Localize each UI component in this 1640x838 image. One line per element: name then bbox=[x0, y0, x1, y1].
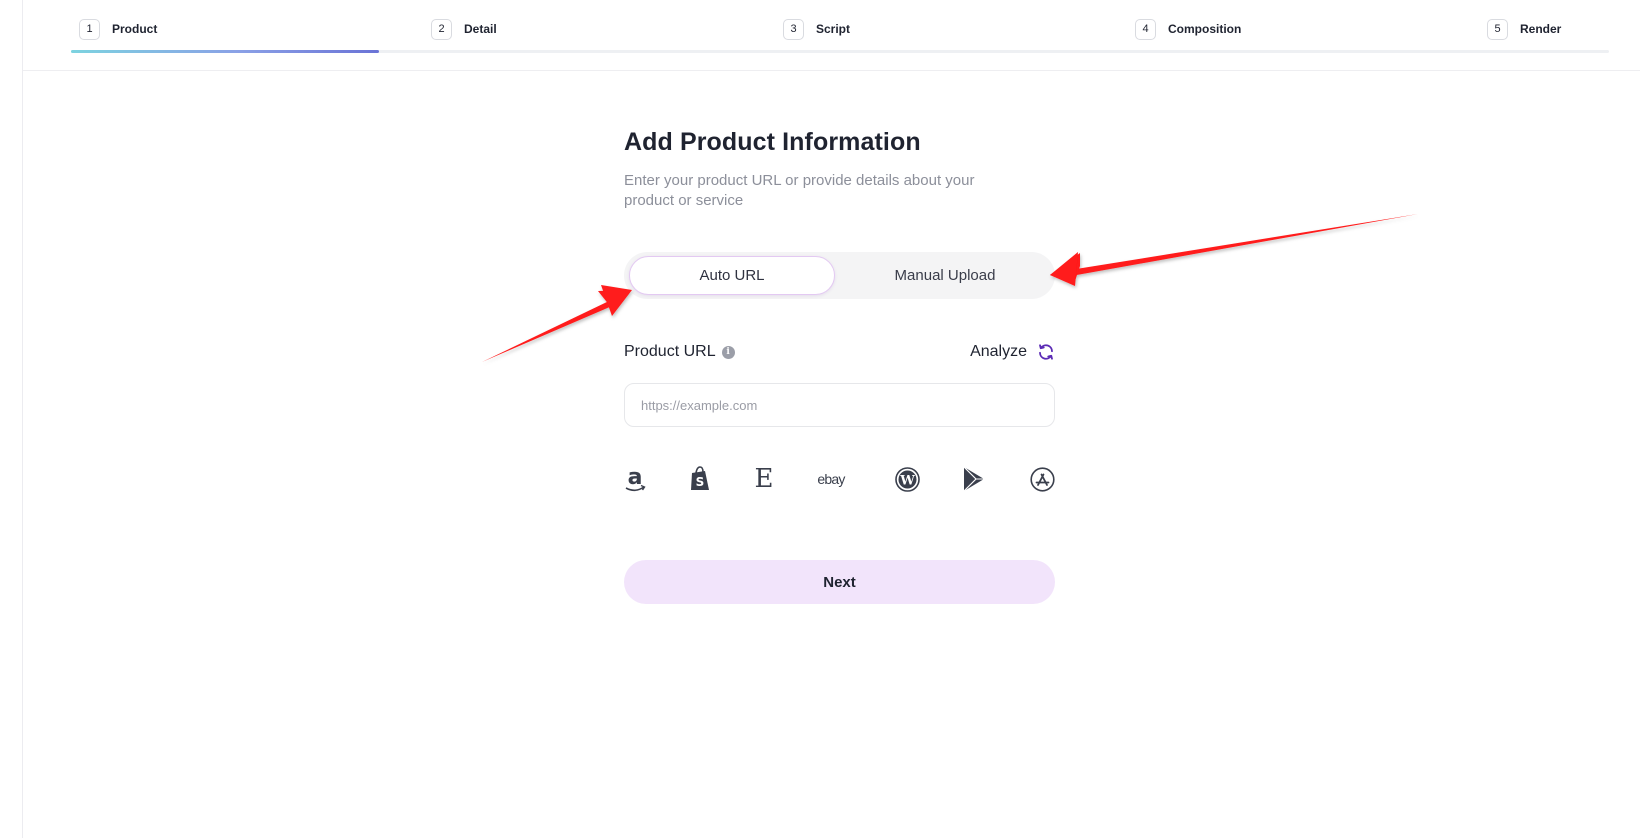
left-sidebar-rail bbox=[0, 0, 23, 838]
ebay-icon[interactable]: ebay bbox=[814, 463, 848, 495]
step-composition[interactable]: 4 Composition bbox=[1135, 18, 1241, 40]
page-subtitle: Enter your product URL or provide detail… bbox=[624, 172, 975, 209]
app-store-icon[interactable] bbox=[1030, 463, 1055, 495]
product-url-label-group: Product URL i bbox=[624, 343, 735, 361]
input-mode-toggle: Auto URL Manual Upload bbox=[624, 252, 1055, 299]
product-url-input[interactable] bbox=[624, 383, 1055, 427]
page-title: Add Product Information bbox=[624, 128, 921, 156]
step-detail[interactable]: 2 Detail bbox=[431, 18, 497, 40]
svg-text:S: S bbox=[696, 475, 705, 489]
step-script[interactable]: 3 Script bbox=[783, 18, 850, 40]
step-render[interactable]: 5 Render bbox=[1487, 18, 1561, 40]
stepper-divider bbox=[23, 70, 1640, 71]
next-button[interactable]: Next bbox=[624, 560, 1055, 604]
analyze-label: Analyze bbox=[970, 343, 1027, 360]
step-number: 4 bbox=[1135, 18, 1156, 40]
url-field-header: Product URL i Analyze bbox=[624, 340, 1055, 364]
etsy-letter: E bbox=[754, 464, 774, 494]
product-url-label: Product URL bbox=[624, 343, 716, 360]
step-label: Product bbox=[112, 22, 158, 36]
ebay-wordmark: ebay bbox=[817, 471, 845, 487]
analyze-button[interactable]: Analyze bbox=[970, 343, 1055, 361]
product-form: Add Product Information Enter your produ… bbox=[624, 128, 1055, 604]
stepper-progress-track bbox=[71, 50, 1609, 53]
step-label: Detail bbox=[464, 22, 497, 36]
manual-upload-tab[interactable]: Manual Upload bbox=[842, 256, 1048, 295]
svg-text:a: a bbox=[628, 465, 643, 490]
step-label: Script bbox=[816, 22, 851, 36]
platform-icons: a S E ebay W bbox=[624, 463, 1055, 495]
step-product[interactable]: 1 Product bbox=[79, 18, 157, 40]
step-label: Composition bbox=[1168, 22, 1242, 36]
step-number: 1 bbox=[79, 18, 100, 40]
shopify-icon[interactable]: S bbox=[688, 463, 712, 495]
info-icon[interactable]: i bbox=[721, 345, 735, 359]
stepper-progress-fill bbox=[71, 50, 379, 53]
wordpress-icon[interactable]: W bbox=[894, 463, 920, 495]
step-label: Render bbox=[1520, 22, 1562, 36]
step-number: 3 bbox=[783, 18, 804, 40]
google-play-icon[interactable] bbox=[962, 463, 986, 495]
auto-url-tab[interactable]: Auto URL bbox=[629, 256, 835, 295]
refresh-icon bbox=[1039, 344, 1053, 360]
arrow-to-auto-url bbox=[482, 285, 632, 362]
step-number: 5 bbox=[1487, 18, 1508, 40]
etsy-icon[interactable]: E bbox=[752, 463, 776, 495]
amazon-icon[interactable]: a bbox=[624, 463, 646, 495]
arrow-to-manual-upload bbox=[1050, 214, 1418, 286]
step-number: 2 bbox=[431, 18, 452, 40]
svg-text:W: W bbox=[899, 473, 915, 488]
